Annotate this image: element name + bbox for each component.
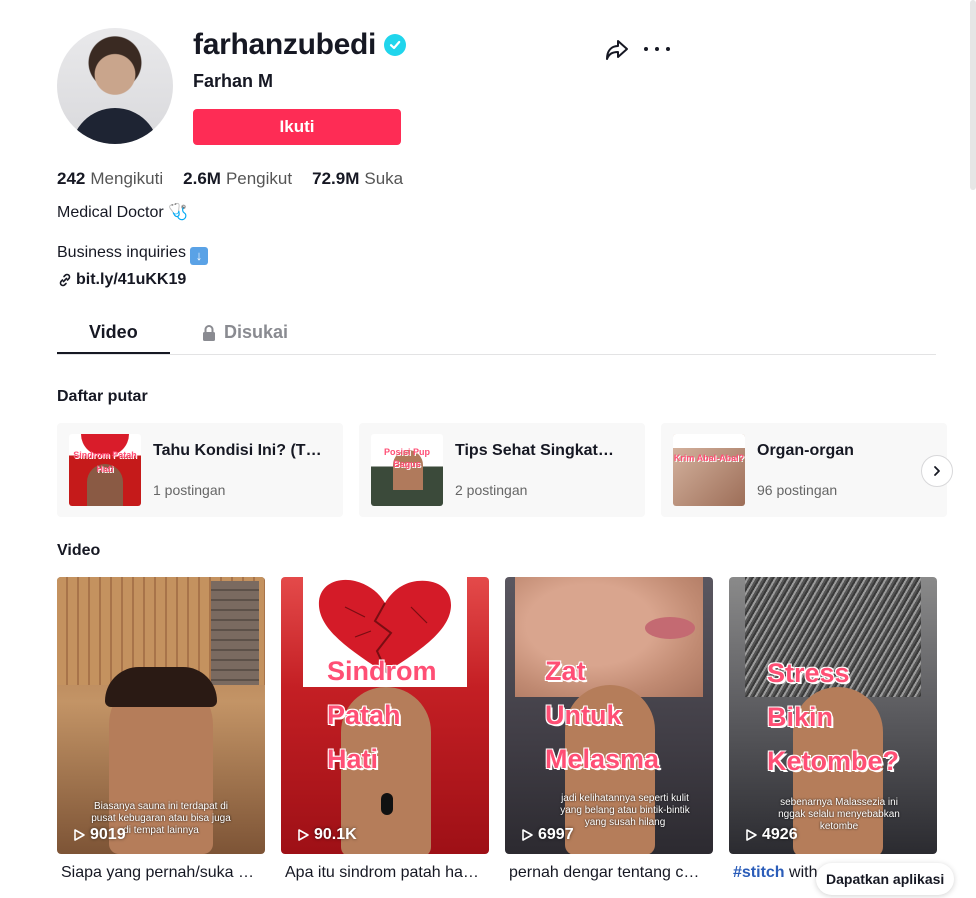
overlay-line: Patah <box>327 700 401 730</box>
view-count: 90.1K <box>296 826 357 844</box>
playlist-thumb-text: Krim Abal-Abal? <box>673 453 745 463</box>
get-app-button[interactable]: Dapatkan aplikasi <box>816 863 955 895</box>
overlay-line: Ketombe? <box>767 746 900 776</box>
playlist-card[interactable]: Posisi Pup Bagus Tips Sehat Singkat… 2 p… <box>359 423 645 517</box>
more-options-icon[interactable] <box>644 38 670 60</box>
link-text: bit.ly/41uKK19 <box>76 271 187 288</box>
playlist-thumbnail: Sindrom Patah Hati <box>69 434 141 506</box>
video-thumbnail: Zat Untuk Melasma jadi kelihatannya sepe… <box>505 577 713 854</box>
tab-liked[interactable]: Disukai <box>202 322 288 343</box>
play-icon <box>298 829 309 841</box>
verified-badge-icon <box>384 34 407 56</box>
videos-heading: Video <box>57 542 101 559</box>
view-count-value: 9019 <box>90 826 126 843</box>
bio-line: Medical Doctor 🩺 <box>57 204 189 221</box>
username-heading: farhanzubedi <box>193 28 407 62</box>
username-text: farhanzubedi <box>193 28 377 61</box>
chevron-right-icon <box>934 466 940 476</box>
video-thumbnail: Sindrom Patah Hati 90.1K <box>281 577 489 854</box>
stat-followers[interactable]: 2.6M Pengikut <box>183 169 292 189</box>
avatar-shirt <box>71 108 159 144</box>
active-tab-indicator <box>57 352 170 354</box>
profile-stats: 242 Mengikuti 2.6M Pengikut 72.9M Suka <box>57 169 403 189</box>
stat-likes: 72.9M Suka <box>312 169 403 189</box>
overlay-line: Zat <box>545 656 586 686</box>
playlists-heading: Daftar putar <box>57 388 148 405</box>
playlist-thumbnail: Krim Abal-Abal? <box>673 434 745 506</box>
video-description[interactable]: pernah dengar tentang c… <box>505 864 705 882</box>
view-count: 4926 <box>744 826 798 844</box>
video-description[interactable]: Siapa yang pernah/suka … <box>57 864 257 882</box>
overlay-line: Untuk <box>545 700 622 730</box>
tab-video[interactable]: Video <box>89 322 138 343</box>
video-description[interactable]: Apa itu sindrom patah ha… <box>281 864 481 882</box>
playlist-count: 2 postingan <box>455 482 528 498</box>
profile-avatar[interactable] <box>57 28 173 144</box>
video-card[interactable]: Biasanya sauna ini terdapat di pusat keb… <box>57 577 265 882</box>
bio-link[interactable]: bit.ly/41uKK19 <box>57 271 186 289</box>
video-caption: jadi kelihatannya seperti kulit yang bel… <box>560 793 690 828</box>
playlist-card[interactable]: Sindrom Patah Hati Tahu Kondisi Ini? (TK… <box>57 423 343 517</box>
bio-text: Business inquiries <box>57 244 186 261</box>
microphone-icon <box>381 793 393 815</box>
video-card[interactable]: Zat Untuk Melasma jadi kelihatannya sepe… <box>505 577 713 882</box>
video-card[interactable]: Sindrom Patah Hati 90.1K Apa itu sindrom… <box>281 577 489 882</box>
video-thumbnail: Biasanya sauna ini terdapat di pusat keb… <box>57 577 265 854</box>
stat-value: 2.6M <box>183 169 221 188</box>
video-card[interactable]: Stress Bikin Ketombe? sebenarnya Malasse… <box>729 577 937 882</box>
view-count-value: 90.1K <box>314 826 357 843</box>
overlay-line: Bikin <box>767 702 834 732</box>
stat-value: 242 <box>57 169 86 188</box>
playlist-thumb-text: Sindrom Patah Hati <box>73 450 137 474</box>
play-icon <box>522 829 533 841</box>
sauna-stones <box>211 581 259 685</box>
lips-image <box>645 617 695 639</box>
nickname: Farhan M <box>193 71 274 91</box>
view-count-value: 6997 <box>538 826 574 843</box>
playlist-title: Tips Sehat Singkat… <box>455 442 614 459</box>
overlay-line: Stress <box>767 658 850 688</box>
play-icon <box>746 829 757 841</box>
video-thumbnail: Stress Bikin Ketombe? sebenarnya Malasse… <box>729 577 937 854</box>
playlist-next-button[interactable] <box>921 455 953 487</box>
stat-label: Suka <box>364 169 404 188</box>
follow-button[interactable]: Ikuti <box>193 109 401 145</box>
playlist-card[interactable]: Krim Abal-Abal? Organ-organ 96 postingan <box>661 423 947 517</box>
view-count-value: 4926 <box>762 826 798 843</box>
overlay-line: Hati <box>327 744 379 774</box>
share-icon[interactable] <box>604 37 630 63</box>
playlist-thumb-text: Posisi Pup Bagus <box>383 447 430 469</box>
page-scrollbar[interactable] <box>970 0 976 190</box>
tab-liked-label: Disukai <box>224 322 289 342</box>
play-icon <box>74 829 85 841</box>
view-count: 9019 <box>72 826 126 844</box>
stat-label: Mengikuti <box>90 169 164 188</box>
playlist-thumbnail: Posisi Pup Bagus <box>371 434 443 506</box>
overlay-line: Sindrom <box>327 656 437 686</box>
playlist-title: Tahu Kondisi Ini? (TKI) <box>153 442 325 459</box>
video-grid: Biasanya sauna ini terdapat di pusat keb… <box>57 577 937 887</box>
view-count: 6997 <box>520 826 574 844</box>
profile-tabs: Video Disukai <box>57 314 936 355</box>
lock-icon <box>203 324 215 341</box>
hashtag-link[interactable]: #stitch <box>733 864 785 881</box>
overlay-line: Melasma <box>545 744 660 774</box>
playlist-title: Organ-organ <box>757 442 854 459</box>
playlist-count: 96 postingan <box>757 482 838 498</box>
presenter-hair <box>105 667 217 707</box>
video-description-text: with <box>784 864 818 881</box>
link-icon <box>59 273 71 287</box>
playlist-row: Sindrom Patah Hati Tahu Kondisi Ini? (TK… <box>57 423 947 517</box>
playlist-count: 1 postingan <box>153 482 226 498</box>
stat-value: 72.9M <box>312 169 360 188</box>
stat-label: Pengikut <box>225 169 293 188</box>
bio-line-business: Business inquiries ↓ <box>57 244 208 265</box>
down-arrow-icon: ↓ <box>189 247 208 265</box>
stat-following[interactable]: 242 Mengikuti <box>57 169 163 189</box>
